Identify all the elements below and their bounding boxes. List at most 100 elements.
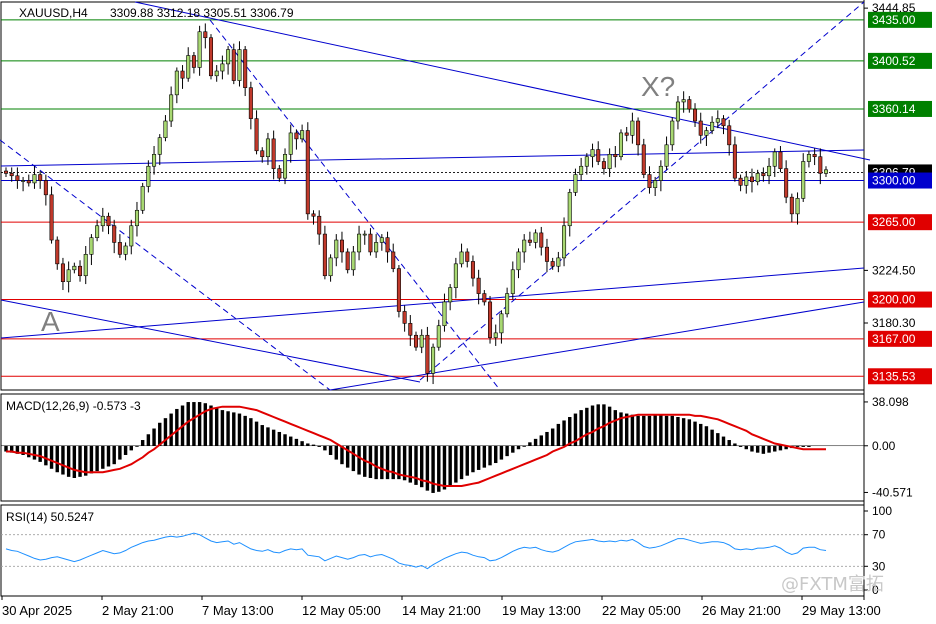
candle-down xyxy=(470,261,475,279)
candle-down xyxy=(413,334,419,348)
macd-bar xyxy=(277,431,282,446)
macd-bar xyxy=(106,445,111,467)
macd-bar xyxy=(442,445,447,490)
candle-up xyxy=(152,154,157,167)
macd-bar xyxy=(192,402,196,446)
candle-up xyxy=(265,138,270,158)
candle-up xyxy=(584,156,589,167)
candle-up xyxy=(556,257,561,267)
candle-up xyxy=(83,254,88,277)
candle-down xyxy=(322,233,327,277)
candle-down xyxy=(784,168,789,198)
candle-down xyxy=(15,175,20,181)
candle-down xyxy=(317,215,322,235)
macd-bar xyxy=(767,445,771,453)
macd-bar xyxy=(112,445,116,465)
macd-bar xyxy=(232,412,236,446)
candle-down xyxy=(544,246,549,262)
macd-bar xyxy=(579,410,583,446)
candle-down xyxy=(539,232,544,248)
macd-bar xyxy=(129,445,133,451)
time-tick-label: 26 May 21:00 xyxy=(702,603,781,618)
macd-bar xyxy=(27,445,31,458)
candle-down xyxy=(43,180,48,196)
macd-bar xyxy=(550,428,555,446)
macd-bar xyxy=(95,445,99,472)
candle-down xyxy=(402,311,407,324)
candle-down xyxy=(527,239,532,243)
macd-bar xyxy=(676,417,680,446)
candle-down xyxy=(345,251,350,271)
candle-up xyxy=(704,130,709,136)
candle-up xyxy=(823,169,829,174)
candle-down xyxy=(78,265,83,277)
candle-down xyxy=(180,70,185,79)
macd-bar xyxy=(334,445,338,460)
macd-bar xyxy=(795,445,800,447)
macd-bar xyxy=(699,423,703,446)
level-tag-3400.52: 3400.52 xyxy=(872,54,916,68)
macd-bar xyxy=(488,445,492,466)
macd-bar xyxy=(72,445,77,478)
candle-down xyxy=(339,239,344,253)
price-tick-label: 3180.30 xyxy=(872,316,916,330)
candle-up xyxy=(772,151,777,167)
ohlc-label: 3309.88 3312.18 3305.51 3306.79 xyxy=(110,6,294,20)
candle-down xyxy=(738,177,743,186)
macd-bar xyxy=(226,411,230,446)
candle-up xyxy=(237,49,242,81)
macd-bar xyxy=(55,445,59,473)
macd-bar xyxy=(471,445,475,473)
macd-bar xyxy=(220,410,225,446)
macd-bar xyxy=(778,445,783,451)
macd-bar xyxy=(738,445,743,447)
macd-bar xyxy=(556,423,561,446)
candle-down xyxy=(305,130,310,215)
macd-bar xyxy=(744,445,748,450)
macd-bar xyxy=(323,445,327,451)
macd-bar xyxy=(243,415,247,446)
candle-down xyxy=(117,242,122,255)
candle-up xyxy=(163,120,168,138)
macd-bar xyxy=(716,433,720,446)
chart-svg: 38.0980.00-40.571 10070300 3435.003400.5… xyxy=(0,0,936,624)
macd-bar xyxy=(630,414,635,446)
candle-down xyxy=(693,108,698,122)
macd-tick-label: -40.571 xyxy=(872,485,913,499)
candle-up xyxy=(157,137,162,155)
candle-down xyxy=(761,173,766,177)
macd-bar xyxy=(670,415,674,446)
macd-bar xyxy=(801,445,805,447)
candle-down xyxy=(260,150,265,158)
macd-bar xyxy=(380,445,384,480)
candle-up xyxy=(607,154,612,169)
level-tag-3300.00: 3300.00 xyxy=(872,174,916,188)
candle-up xyxy=(66,269,71,282)
candle-down xyxy=(106,215,111,227)
macd-bar xyxy=(511,445,515,453)
candle-up xyxy=(795,198,800,215)
macd-bar xyxy=(300,441,304,446)
candle-down xyxy=(613,154,618,158)
candle-up xyxy=(334,239,339,259)
time-tick-label: 14 May 21:00 xyxy=(402,603,481,618)
candle-down xyxy=(550,261,555,267)
macd-bar xyxy=(533,438,538,446)
macd-bar xyxy=(197,402,202,446)
macd-bar xyxy=(89,445,94,474)
candle-down xyxy=(482,293,487,303)
candle-down xyxy=(647,174,652,188)
macd-bar xyxy=(351,445,356,472)
rsi-tick-label: 100 xyxy=(872,504,892,518)
macd-bar xyxy=(568,417,572,446)
candle-down xyxy=(488,301,493,338)
candle-down xyxy=(231,49,236,81)
candle-up xyxy=(744,176,749,186)
candle-up xyxy=(664,144,669,167)
candle-up xyxy=(146,165,151,187)
candle-up xyxy=(351,251,356,271)
macd-bar xyxy=(727,440,731,446)
candle-up xyxy=(493,332,498,338)
macd-bar xyxy=(175,408,179,446)
macd-bar xyxy=(431,445,435,493)
